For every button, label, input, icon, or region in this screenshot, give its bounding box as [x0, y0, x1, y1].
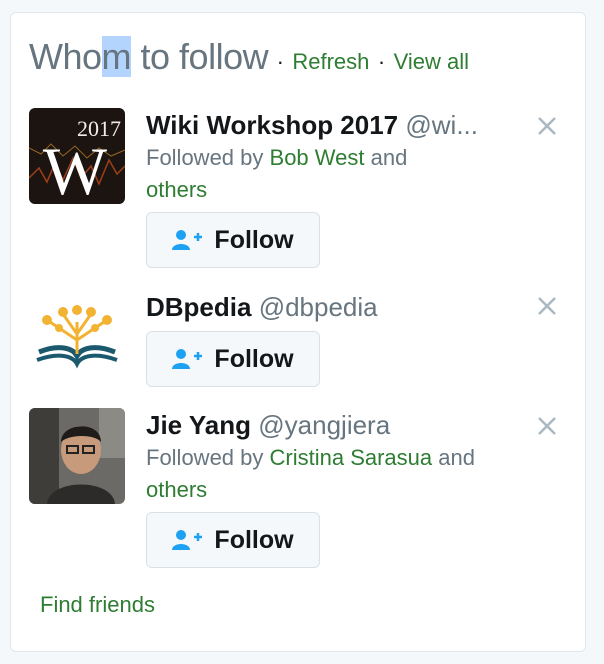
- view-all-link[interactable]: View all: [394, 49, 469, 74]
- close-icon[interactable]: [536, 295, 558, 317]
- user-handle[interactable]: @wi...: [405, 110, 478, 140]
- follow-button[interactable]: Follow: [146, 331, 320, 387]
- others-link[interactable]: others: [146, 177, 207, 202]
- avatar[interactable]: 2017 W: [29, 108, 125, 204]
- follow-button[interactable]: Follow: [146, 212, 320, 268]
- who-to-follow-header: Whom to follow · Refresh · View all: [29, 36, 469, 78]
- followed-by-text: Followed by Bob West and others: [146, 145, 408, 202]
- user-handle[interactable]: @dbpedia: [259, 292, 378, 322]
- find-friends-link[interactable]: Find friends: [40, 592, 155, 618]
- user-handle[interactable]: @yangjiera: [258, 410, 390, 440]
- separator-dot: ·: [276, 49, 284, 74]
- user-name[interactable]: Wiki Workshop 2017: [146, 110, 398, 140]
- who-to-follow-title: Whom to follow: [29, 36, 269, 77]
- avatar[interactable]: [29, 290, 125, 386]
- follow-user-icon: [172, 530, 203, 550]
- refresh-link[interactable]: Refresh: [292, 49, 369, 74]
- follow-user-icon: [172, 230, 203, 250]
- followed-by-text: Followed by Cristina Sarasua and others: [146, 445, 475, 502]
- svg-text:W: W: [43, 133, 108, 204]
- followed-by-link[interactable]: Cristina Sarasua: [270, 445, 433, 470]
- user-name[interactable]: DBpedia: [146, 292, 251, 322]
- follow-button[interactable]: Follow: [146, 512, 320, 568]
- close-icon[interactable]: [536, 415, 558, 437]
- separator-dot: ·: [377, 49, 386, 74]
- follow-user-icon: [172, 349, 203, 369]
- followed-by-link[interactable]: Bob West: [270, 145, 365, 170]
- close-icon[interactable]: [536, 115, 558, 137]
- others-link[interactable]: others: [146, 477, 207, 502]
- user-name[interactable]: Jie Yang: [146, 410, 251, 440]
- avatar[interactable]: [29, 408, 125, 504]
